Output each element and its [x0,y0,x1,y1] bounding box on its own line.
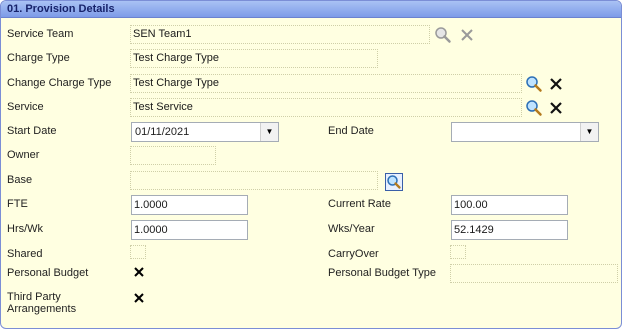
charge-type-label: Charge Type [7,52,70,64]
start-date-label: Start Date [7,125,57,137]
owner-field [130,146,216,165]
shared-checkbox[interactable] [130,245,146,259]
personal-budget-label: Personal Budget [7,267,89,279]
chevron-down-icon[interactable]: ▼ [260,123,278,141]
service-team-field: SEN Team1 [130,25,430,44]
service-label: Service [7,101,44,113]
current-rate-input[interactable]: 100.00 [451,195,568,215]
change-charge-type-clear-icon[interactable] [547,75,565,93]
service-clear-icon[interactable] [547,99,565,117]
base-search-icon[interactable] [385,173,403,191]
fte-label: FTE [7,198,28,210]
service-search-icon[interactable] [525,99,543,117]
change-charge-type-search-icon[interactable] [525,75,543,93]
fte-input[interactable]: 1.0000 [131,195,248,215]
third-party-label: Third Party Arrangements [7,291,77,315]
hrs-wk-label: Hrs/Wk [7,223,44,235]
carryover-checkbox[interactable] [450,245,466,259]
hrs-wk-input[interactable]: 1.0000 [131,220,248,240]
end-date-label: End Date [328,125,374,137]
personal-budget-type-label: Personal Budget Type [328,267,437,279]
provision-details-panel: 01. Provision Details Service Team SEN T… [0,0,622,329]
change-charge-type-label: Change Charge Type [7,77,112,89]
change-charge-type-field: Test Charge Type [130,74,522,93]
shared-label: Shared [7,248,43,260]
charge-type-field: Test Charge Type [130,49,378,68]
wks-year-input[interactable]: 52.1429 [451,220,568,240]
current-rate-label: Current Rate [328,198,391,210]
start-date-select[interactable]: 01/11/2021 ▼ [131,122,279,142]
service-team-clear-icon [461,29,473,41]
personal-budget-checkbox[interactable] [132,265,146,279]
carryover-label: CarryOver [328,248,379,260]
owner-label: Owner [7,149,40,161]
start-date-value: 01/11/2021 [135,126,190,138]
third-party-checkbox[interactable] [132,291,146,305]
service-team-search-icon [435,27,451,43]
service-field: Test Service [130,98,522,117]
panel-title: 01. Provision Details [7,3,115,15]
personal-budget-type-field [450,264,618,283]
end-date-select[interactable]: ▼ [451,122,599,142]
panel-header: 01. Provision Details [1,1,621,18]
base-label: Base [7,174,33,186]
base-field [130,171,378,190]
wks-year-label: Wks/Year [328,223,375,235]
service-team-label: Service Team [7,28,74,40]
chevron-down-icon[interactable]: ▼ [580,123,598,141]
